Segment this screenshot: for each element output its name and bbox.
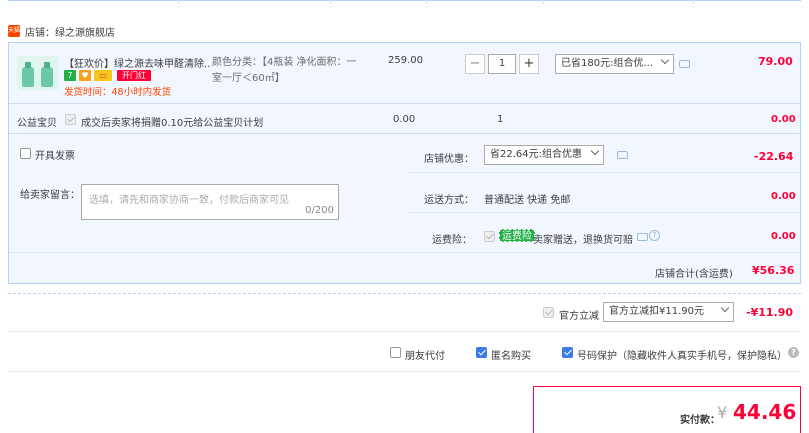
tmall-logo-icon: 天猫 [8,25,20,37]
official-discount-amount: -¥11.90 [746,306,794,319]
heart-badge-icon: ♥ [79,70,91,81]
anonymous-checkbox[interactable] [476,347,487,358]
row-divider [408,212,800,213]
payment-summary-box: 实付款： ¥ 44.46 [533,386,801,433]
shipping-time: 发货时间：48小时内发货 [64,87,172,98]
payment-amount: 44.46 [733,400,797,424]
increment-button[interactable]: + [519,54,539,74]
shop-discount-select[interactable]: 省22.64元:组合优惠 [484,145,604,165]
charity-subtotal: 0.00 [771,114,796,125]
privacy-checkbox[interactable] [562,347,573,358]
message-textarea[interactable]: 选填，请先和商家协商一致，付款后商家可见 0/200 [81,184,339,220]
chat-icon[interactable] [637,233,648,241]
insurance-label: 运费险： [432,235,472,246]
shop-total-label: 店铺合计(含运费) [655,269,733,280]
message-counter: 0/200 [305,205,334,216]
shop-discount-value: 省22.64元:组合优惠 [490,149,582,160]
chevron-down-icon [590,146,600,156]
charity-checkbox [65,114,76,125]
row-divider [9,133,800,134]
row-divider [9,252,800,253]
insurance-desc: 卖家赠送，退换货可赔 [533,235,633,246]
friend-pay-label[interactable]: 朋友代付 [405,347,445,362]
item-subtotal: 79.00 [758,55,793,68]
shop-discount-amount: -22.64 [754,150,794,163]
invoice-checkbox[interactable] [20,148,31,159]
official-discount-checkbox [543,307,554,318]
charity-label: 公益宝贝 [17,118,57,129]
privacy-label[interactable]: 号码保护（隐藏收件人真实手机号，保护隐私） [577,347,787,362]
bottle-image [41,62,53,87]
column-tick [178,0,179,4]
chevron-down-icon [660,55,670,65]
promo-badge: 开门红 [117,70,151,81]
divider [8,371,801,372]
row-divider [9,103,800,104]
help-icon[interactable]: ? [788,347,799,358]
shop-discount-label: 店铺优惠： [424,154,474,165]
message-placeholder: 选填，请先和商家协商一致，付款后商家可见 [89,195,289,206]
payment-currency: ¥ [717,403,728,422]
chat-icon[interactable] [679,60,690,68]
card-badge-icon: ▭ [94,70,112,81]
shop-name-link[interactable]: 店铺：绿之源旗舰店 [25,24,115,39]
column-tick [543,0,544,4]
item-discount-value: 已省180元:组合优... [561,58,653,69]
bottle-image [22,62,34,87]
charity-quantity: 1 [497,114,504,125]
item-discount-select[interactable]: 已省180元:组合优... [555,54,674,74]
column-tick [693,0,694,4]
column-tick [426,0,427,4]
official-discount-value: 官方立减扣¥11.90元 [609,306,704,317]
insurance-checkbox [484,231,495,242]
insurance-tag: 运费险 [499,229,535,242]
product-thumbnail[interactable] [17,56,59,90]
message-label: 给卖家留言： [20,190,80,201]
quantity-input[interactable]: 1 [488,54,516,74]
payment-label: 实付款： [680,415,720,426]
sku-info: 颜色分类：【4瓶装 净化面积：一室一厅＜60㎡】 [212,57,357,84]
quantity-stepper: − 1 + [465,54,539,74]
anonymous-label[interactable]: 匿名购买 [491,347,531,362]
insurance-fee: 0.00 [771,231,796,242]
charity-desc: 成交后卖家将捐赠0.10元给公益宝贝计划 [81,118,264,129]
delivery-label: 运送方式： [424,195,474,206]
divider [8,331,801,332]
delivery-fee: 0.00 [771,191,796,202]
shop-total-value: ¥56.36 [752,264,795,277]
friend-pay-checkbox[interactable] [390,347,401,358]
unit-price: 259.00 [388,55,423,66]
column-tick [330,0,331,4]
chevron-down-icon [720,303,730,313]
charity-price: 0.00 [393,114,416,125]
table-top-border [8,0,801,4]
invoice-label[interactable]: 开具发票 [35,147,75,162]
dashed-divider [8,293,801,294]
official-discount-label: 官方立减 [559,311,599,322]
delivery-method: 普通配送 快递 免邮 [484,195,571,206]
help-circle-icon[interactable]: ? [649,230,660,241]
product-title-link[interactable]: 【狂欢价】绿之源去味甲醛清除... [64,55,210,70]
row-divider [408,172,800,173]
7day-return-badge: 7 [64,70,76,81]
official-discount-select[interactable]: 官方立减扣¥11.90元 [603,302,734,322]
decrement-button[interactable]: − [465,54,485,74]
chat-icon[interactable] [617,151,628,159]
